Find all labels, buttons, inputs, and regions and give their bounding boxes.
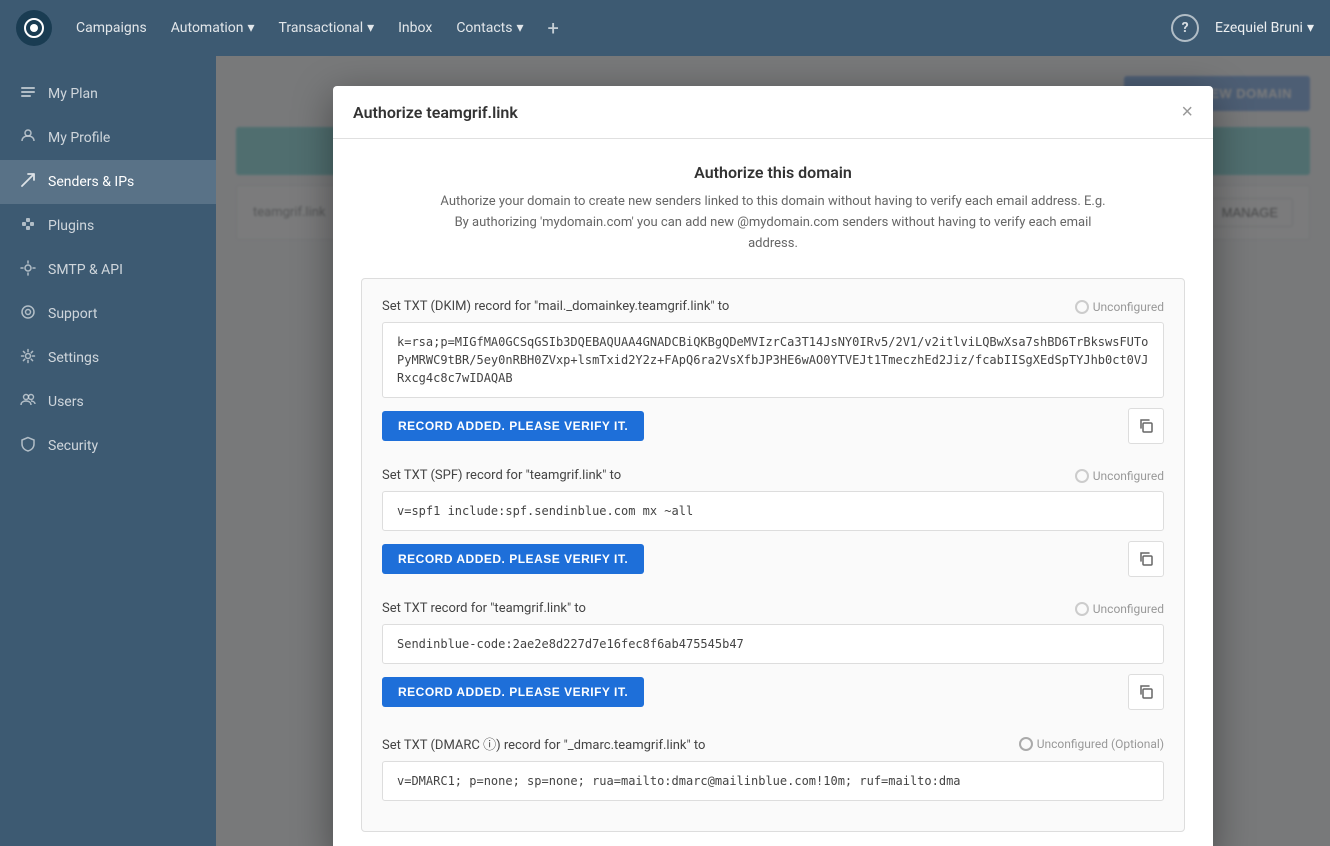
security-icon — [20, 436, 36, 456]
dns-record-2-status: Unconfigured — [1075, 469, 1164, 483]
dns-record-4-label: Set TXT (DMARC ⓘ) record for "_dmarc.tea… — [382, 734, 705, 753]
nav-contacts[interactable]: Contacts ▾ — [456, 20, 523, 36]
copy-record-2-button[interactable] — [1128, 541, 1164, 577]
dns-record-3-value: Sendinblue-code:2ae2e8d227d7e16fec8f6ab4… — [382, 624, 1164, 664]
dns-record-2-value: v=spf1 include:spf.sendinblue.com mx ~al… — [382, 491, 1164, 531]
copy-icon — [1138, 418, 1154, 434]
nav-campaigns[interactable]: Campaigns — [76, 20, 147, 36]
user-menu[interactable]: Ezequiel Bruni ▾ — [1215, 20, 1314, 36]
main-content: + ADD A NEW DOMAIN teamgrif.link VERIFY … — [216, 56, 1330, 846]
sidebar-item-support[interactable]: Support — [0, 292, 216, 336]
smtp-icon — [20, 260, 36, 280]
main-layout: My Plan My Profile Senders & IPs Plugins… — [0, 56, 1330, 846]
dns-record-4-header: Set TXT (DMARC ⓘ) record for "_dmarc.tea… — [382, 734, 1164, 753]
dns-record-2-label: Set TXT (SPF) record for "teamgrif.link"… — [382, 468, 621, 483]
modal-intro-title: Authorize this domain — [361, 163, 1185, 182]
senders-icon — [20, 172, 36, 192]
modal-header: Authorize teamgrif.link × — [333, 86, 1213, 139]
dns-record-1-actions: RECORD ADDED. PLEASE VERIFY IT. — [382, 408, 1164, 444]
sidebar-item-senders-ips[interactable]: Senders & IPs — [0, 160, 216, 204]
sidebar-item-plugins[interactable]: Plugins — [0, 204, 216, 248]
modal-intro-description: Authorize your domain to create new send… — [433, 192, 1113, 254]
sidebar-item-smtp-api[interactable]: SMTP & API — [0, 248, 216, 292]
modal-overlay: Authorize teamgrif.link × Authorize this… — [216, 56, 1330, 846]
sidebar-item-myplan[interactable]: My Plan — [0, 72, 216, 116]
nav-automation[interactable]: Automation ▾ — [171, 20, 255, 36]
copy-record-3-button[interactable] — [1128, 674, 1164, 710]
status-unconfigured-icon — [1075, 469, 1089, 483]
dns-record-3-label: Set TXT record for "teamgrif.link" to — [382, 601, 586, 616]
chevron-down-icon: ▾ — [516, 20, 523, 36]
nav-plus[interactable]: + — [548, 16, 559, 40]
dns-record-4: Set TXT (DMARC ⓘ) record for "_dmarc.tea… — [382, 734, 1164, 801]
copy-icon — [1138, 684, 1154, 700]
dns-record-1-status: Unconfigured — [1075, 300, 1164, 314]
topnav-right-section: ? Ezequiel Bruni ▾ — [1171, 14, 1314, 42]
modal-title: Authorize teamgrif.link — [353, 103, 518, 122]
profile-icon — [20, 128, 36, 148]
dns-records-container: Set TXT (DKIM) record for "mail._domaink… — [361, 278, 1185, 832]
status-optional-icon — [1019, 737, 1033, 751]
top-navigation: Campaigns Automation ▾ Transactional ▾ I… — [0, 0, 1330, 56]
chevron-down-icon: ▾ — [367, 20, 374, 36]
dns-record-3-status: Unconfigured — [1075, 602, 1164, 616]
dns-record-1: Set TXT (DKIM) record for "mail._domaink… — [382, 299, 1164, 444]
nav-transactional[interactable]: Transactional ▾ — [279, 20, 375, 36]
sidebar-item-settings[interactable]: Settings — [0, 336, 216, 380]
modal-close-button[interactable]: × — [1181, 102, 1193, 122]
help-button[interactable]: ? — [1171, 14, 1199, 42]
dns-record-2-actions: RECORD ADDED. PLEASE VERIFY IT. — [382, 541, 1164, 577]
status-unconfigured-icon — [1075, 602, 1089, 616]
copy-record-1-button[interactable] — [1128, 408, 1164, 444]
sidebar: My Plan My Profile Senders & IPs Plugins… — [0, 56, 216, 846]
dns-record-4-value: v=DMARC1; p=none; sp=none; rua=mailto:dm… — [382, 761, 1164, 801]
sidebar-item-users[interactable]: Users — [0, 380, 216, 424]
status-unconfigured-icon — [1075, 300, 1089, 314]
support-icon — [20, 304, 36, 324]
authorize-domain-modal: Authorize teamgrif.link × Authorize this… — [333, 86, 1213, 846]
dns-record-1-value: k=rsa;p=MIGfMA0GCSqGSIb3DQEBAQUAA4GNADCB… — [382, 322, 1164, 398]
nav-inbox[interactable]: Inbox — [398, 20, 432, 36]
plugins-icon — [20, 216, 36, 236]
users-icon — [20, 392, 36, 412]
verify-record-1-button[interactable]: RECORD ADDED. PLEASE VERIFY IT. — [382, 411, 644, 441]
sidebar-item-myprofile[interactable]: My Profile — [0, 116, 216, 160]
dns-record-1-label: Set TXT (DKIM) record for "mail._domaink… — [382, 299, 729, 314]
chevron-down-icon: ▾ — [248, 20, 255, 36]
plan-icon — [20, 84, 36, 104]
dns-record-3: Set TXT record for "teamgrif.link" to Un… — [382, 601, 1164, 710]
dns-record-2-header: Set TXT (SPF) record for "teamgrif.link"… — [382, 468, 1164, 483]
modal-body: Authorize this domain Authorize your dom… — [333, 139, 1213, 846]
dns-record-3-header: Set TXT record for "teamgrif.link" to Un… — [382, 601, 1164, 616]
settings-icon — [20, 348, 36, 368]
verify-record-3-button[interactable]: RECORD ADDED. PLEASE VERIFY IT. — [382, 677, 644, 707]
logo[interactable] — [16, 10, 52, 46]
dns-record-4-status: Unconfigured (Optional) — [1019, 737, 1164, 751]
chevron-down-icon: ▾ — [1307, 20, 1314, 36]
verify-record-2-button[interactable]: RECORD ADDED. PLEASE VERIFY IT. — [382, 544, 644, 574]
sidebar-item-security[interactable]: Security — [0, 424, 216, 468]
dns-record-3-actions: RECORD ADDED. PLEASE VERIFY IT. — [382, 674, 1164, 710]
modal-intro: Authorize this domain Authorize your dom… — [361, 163, 1185, 254]
copy-icon — [1138, 551, 1154, 567]
dns-record-1-header: Set TXT (DKIM) record for "mail._domaink… — [382, 299, 1164, 314]
dns-record-2: Set TXT (SPF) record for "teamgrif.link"… — [382, 468, 1164, 577]
